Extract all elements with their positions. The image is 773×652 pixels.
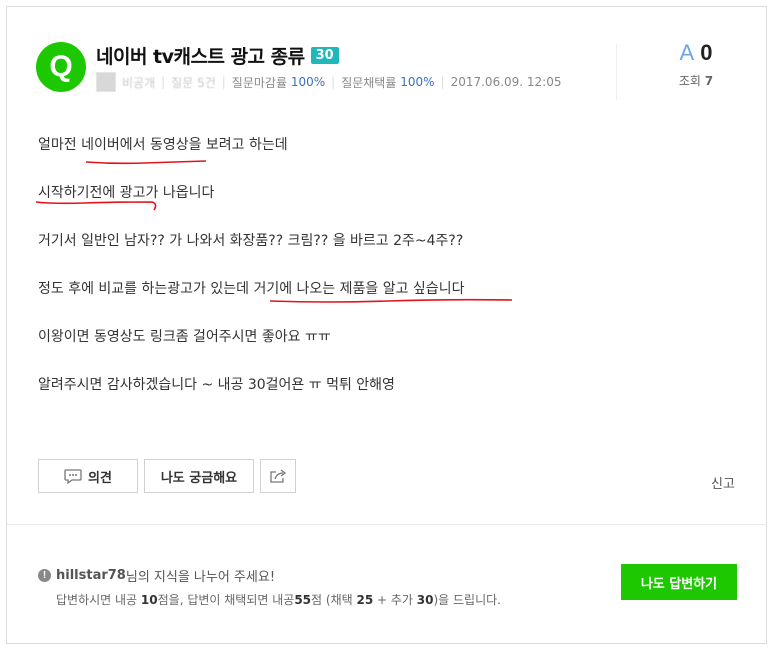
points-answer: 10 <box>140 593 158 607</box>
points-text: + 추가 <box>373 593 417 607</box>
body-line: 이왕이면 동영상도 링크좀 걸어주시면 좋아요 ㅠㅠ <box>38 329 331 345</box>
me-too-button[interactable]: 나도 궁금해요 <box>144 459 254 493</box>
close-rate-value: 100% <box>290 75 326 89</box>
info-icon: ! <box>38 569 51 582</box>
meta-divider: | <box>161 75 166 89</box>
close-rate-label: 질문마감률 <box>231 75 287 90</box>
annotation-underline <box>269 298 513 303</box>
author-name: 비공개 <box>122 75 156 90</box>
share-icon <box>270 469 287 483</box>
invite-text: 님의 지식을 나누어 주세요! <box>125 570 276 585</box>
annotation-underline <box>85 160 207 165</box>
section-divider <box>7 524 766 525</box>
body-line: 알려주시면 감사하겠습니다 ~ 내공 30걸어욘 ㅠ 먹튀 안해영 <box>38 377 395 393</box>
author-question-count: 질문 5건 <box>171 75 216 90</box>
annotation-underline <box>35 201 157 211</box>
invite-username: hillstar78 <box>56 568 126 583</box>
points-extra: 30 <box>416 593 434 607</box>
author-avatar <box>96 72 116 92</box>
views-value: 7 <box>704 74 714 88</box>
question-meta: 비공개 | 질문 5건 | 질문마감률 100% | 질문채택률 100% | … <box>96 72 562 92</box>
comment-button[interactable]: 의견 <box>38 459 138 493</box>
meta-divider: | <box>440 75 445 89</box>
question-date: 2017.06.09. 12:05 <box>450 75 562 89</box>
question-header: 네이버 tv캐스트 광고 종류 30 <box>96 42 339 69</box>
question-avatar: Q <box>36 42 86 92</box>
points-text: 답변하시면 내공 <box>56 593 141 607</box>
points-info: 답변하시면 내공 10점을, 답변이 채택되면 내공55점 (채택 25 + 추… <box>56 591 501 608</box>
question-stats: A 0 조회 7 <box>656 40 736 89</box>
points-adopt: 25 <box>356 593 374 607</box>
answer-icon: A <box>679 40 695 65</box>
body-line: 거기서 일반인 남자?? 가 나와서 화장품?? 크림?? 을 바르고 2주~4… <box>38 233 464 249</box>
speech-bubble-icon <box>64 469 82 484</box>
invite-line: ! hillstar78 님의 지식을 나누어 주세요! <box>38 566 501 585</box>
share-button[interactable] <box>260 459 296 493</box>
comment-label: 의견 <box>88 470 112 486</box>
meta-divider: | <box>331 75 336 89</box>
report-link[interactable]: 신고 <box>711 473 735 492</box>
answer-button[interactable]: 나도 답변하기 <box>621 564 737 600</box>
bounty-badge: 30 <box>310 47 339 64</box>
views-label: 조회 <box>678 74 701 88</box>
question-body: 얼마전 네이버에서 동영상을 보려고 하는데 시작하기전에 광고가 나옵니다 거… <box>38 136 464 424</box>
points-text: 점을, 답변이 채택되면 내공 <box>157 593 295 607</box>
points-total: 55 <box>294 593 312 607</box>
adopt-rate-label: 질문채택률 <box>341 75 397 90</box>
avatar-letter: Q <box>49 50 73 83</box>
answer-invite: ! hillstar78 님의 지식을 나누어 주세요! 답변하시면 내공 10… <box>38 566 501 608</box>
answer-count-value: 0 <box>700 40 713 65</box>
adopt-rate-value: 100% <box>400 75 435 89</box>
question-title: 네이버 tv캐스트 광고 종류 <box>96 46 305 68</box>
points-text: )을 드립니다. <box>433 593 501 607</box>
meta-divider: | <box>221 75 226 89</box>
view-count: 조회 7 <box>656 72 736 89</box>
stats-divider <box>616 44 617 100</box>
answer-count: A 0 <box>656 40 736 66</box>
me-too-label: 나도 궁금해요 <box>160 470 238 486</box>
points-text: 점 (채택 <box>311 593 357 607</box>
